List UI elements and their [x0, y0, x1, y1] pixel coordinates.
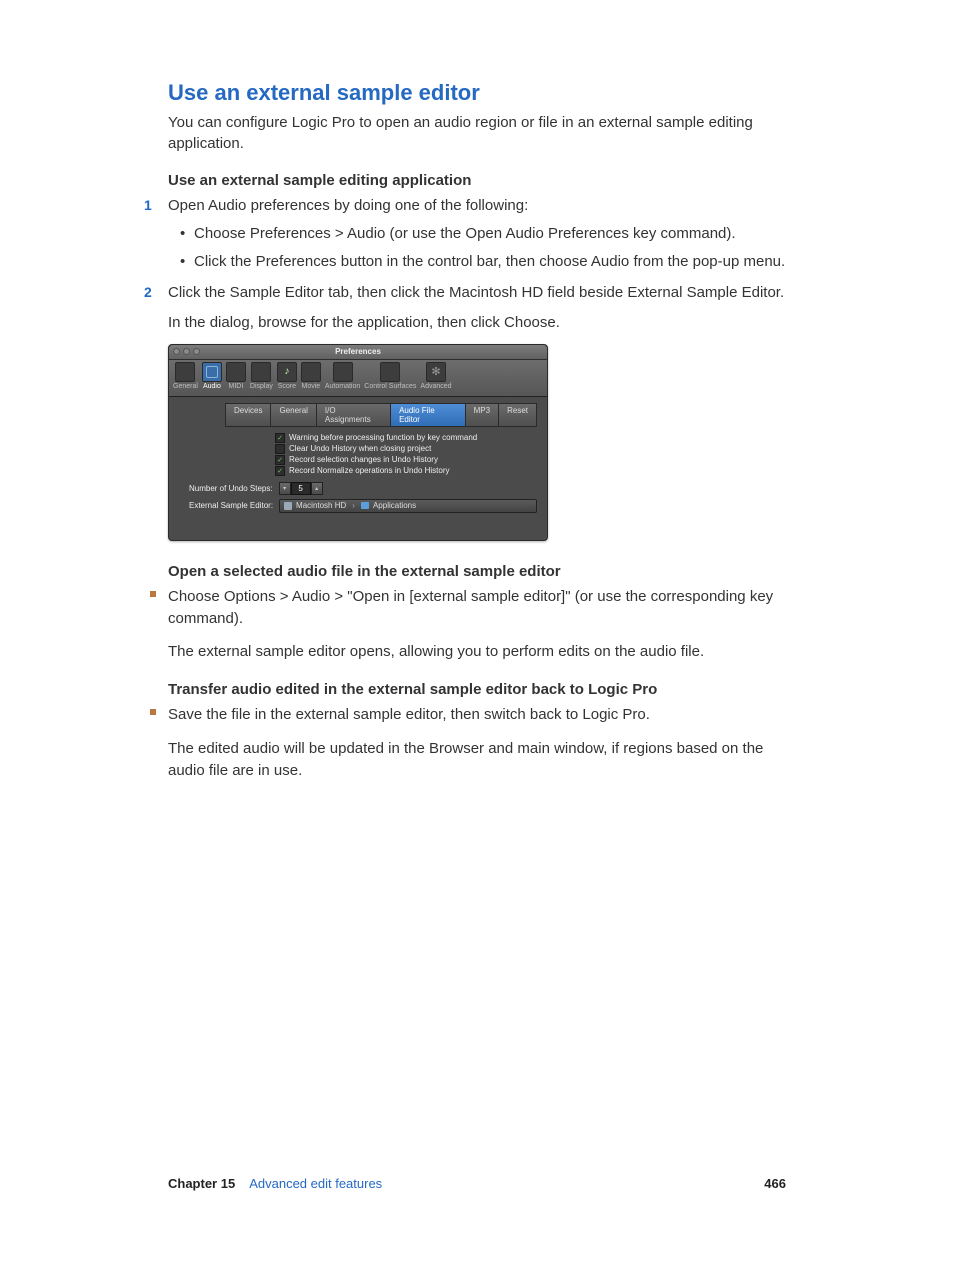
open-file-item-text: Choose Options > Audio > "Open in [exter…: [168, 588, 773, 627]
check-record-normalize-label: Record Normalize operations in Undo Hist…: [289, 466, 450, 475]
general-icon: [175, 362, 195, 382]
toolbar-control-surfaces-label: Control Surfaces: [364, 383, 416, 390]
subtab-mp3[interactable]: MP3: [465, 403, 498, 427]
subtab-reset[interactable]: Reset: [498, 403, 537, 427]
open-file-follow: The external sample editor opens, allowi…: [168, 641, 786, 663]
prefs-toolbar: General Audio MIDI Display Score Movie A…: [169, 360, 547, 397]
undo-steps-value: 5: [291, 482, 311, 495]
page-footer: Chapter 15 Advanced edit features 466: [168, 1176, 786, 1191]
zoom-icon[interactable]: [193, 348, 200, 355]
toolbar-automation[interactable]: Automation: [325, 362, 360, 390]
step-1: 1 Open Audio preferences by doing one of…: [168, 195, 786, 272]
toolbar-display-label: Display: [250, 383, 273, 390]
bullet-dot-icon: •: [180, 223, 185, 245]
toolbar-audio[interactable]: Audio: [202, 362, 222, 390]
step-1-bullet-1: • Choose Preferences > Audio (or use the …: [180, 223, 786, 245]
footer-chapter-name: Advanced edit features: [249, 1176, 382, 1191]
subtab-audio-file-editor[interactable]: Audio File Editor: [390, 403, 465, 427]
automation-icon: [333, 362, 353, 382]
step-2-followup: In the dialog, browse for the applicatio…: [168, 312, 786, 334]
chevron-right-icon: [350, 501, 357, 510]
step-1-bullet-1-text: Choose Preferences > Audio (or use the O…: [194, 225, 736, 242]
checkbox-icon: ✓: [275, 455, 285, 465]
toolbar-control-surfaces[interactable]: Control Surfaces: [364, 362, 416, 390]
gear-icon: [426, 362, 446, 382]
checkbox-icon: ✓: [275, 433, 285, 443]
toolbar-advanced[interactable]: Advanced: [420, 362, 451, 390]
step-2-text: Click the Sample Editor tab, then click …: [168, 284, 784, 301]
minimize-icon[interactable]: [183, 348, 190, 355]
step-1-bullet-2-text: Click the Preferences button in the cont…: [194, 253, 785, 270]
footer-page-number: 466: [764, 1176, 786, 1191]
undo-steps-row: Number of Undo Steps: ▾ 5 ▴: [189, 482, 537, 495]
path-segment-apps: Applications: [373, 501, 416, 510]
harddrive-icon: [284, 502, 292, 510]
toolbar-display[interactable]: Display: [250, 362, 273, 390]
transfer-item-text: Save the file in the external sample edi…: [168, 706, 650, 723]
toolbar-advanced-label: Advanced: [420, 383, 451, 390]
step-2: 2 Click the Sample Editor tab, then clic…: [168, 282, 786, 334]
control-surfaces-icon: [380, 362, 400, 382]
step-1-text: Open Audio preferences by doing one of t…: [168, 197, 528, 214]
traffic-lights[interactable]: [173, 348, 200, 355]
transfer-item: Save the file in the external sample edi…: [168, 704, 786, 726]
external-editor-label: External Sample Editor:: [189, 501, 273, 510]
intro-paragraph: You can configure Logic Pro to open an a…: [168, 112, 786, 154]
toolbar-general-label: General: [173, 383, 198, 390]
subheading-open-file: Open a selected audio file in the extern…: [168, 563, 786, 580]
check-record-selection[interactable]: ✓ Record selection changes in Undo Histor…: [275, 455, 537, 465]
external-editor-row: External Sample Editor: Macintosh HD App…: [189, 499, 537, 513]
window-title: Preferences: [335, 347, 381, 356]
step-number: 1: [144, 195, 152, 215]
toolbar-score[interactable]: Score: [277, 362, 297, 390]
transfer-follow: The edited audio will be updated in the …: [168, 738, 786, 782]
checkbox-icon: [275, 444, 285, 454]
folder-icon: [361, 502, 369, 509]
subtab-io[interactable]: I/O Assignments: [316, 403, 390, 427]
display-icon: [251, 362, 271, 382]
step-1-bullet-2: • Click the Preferences button in the con…: [180, 251, 786, 273]
check-record-normalize[interactable]: ✓ Record Normalize operations in Undo His…: [275, 466, 537, 476]
subheading-transfer: Transfer audio edited in the external sa…: [168, 681, 786, 698]
midi-icon: [226, 362, 246, 382]
movie-icon: [301, 362, 321, 382]
preferences-window: Preferences General Audio MIDI Display S…: [168, 344, 548, 541]
subtab-general[interactable]: General: [270, 403, 315, 427]
check-clear-undo-label: Clear Undo History when closing project: [289, 444, 431, 453]
toolbar-movie[interactable]: Movie: [301, 362, 321, 390]
window-titlebar: Preferences: [169, 345, 547, 360]
square-bullet-icon: [150, 591, 156, 597]
stepper-up-icon[interactable]: ▴: [311, 482, 323, 495]
check-warning[interactable]: ✓ Warning before processing function by k…: [275, 433, 537, 443]
subheading-use-app: Use an external sample editing applicati…: [168, 172, 786, 189]
toolbar-automation-label: Automation: [325, 383, 360, 390]
check-warning-label: Warning before processing function by ke…: [289, 433, 477, 442]
check-clear-undo[interactable]: Clear Undo History when closing project: [275, 444, 537, 454]
toolbar-movie-label: Movie: [302, 383, 321, 390]
toolbar-midi[interactable]: MIDI: [226, 362, 246, 390]
toolbar-score-label: Score: [278, 383, 296, 390]
footer-chapter: Chapter 15: [168, 1176, 235, 1191]
bullet-dot-icon: •: [180, 251, 185, 273]
check-record-selection-label: Record selection changes in Undo History: [289, 455, 438, 464]
checkbox-group: ✓ Warning before processing function by k…: [275, 433, 537, 476]
open-file-item: Choose Options > Audio > "Open in [exter…: [168, 586, 786, 630]
stepper-down-icon[interactable]: ▾: [279, 482, 291, 495]
toolbar-general[interactable]: General: [173, 362, 198, 390]
prefs-subtabs: Devices General I/O Assignments Audio Fi…: [225, 403, 537, 427]
step-number: 2: [144, 282, 152, 302]
path-segment-hd: Macintosh HD: [296, 501, 346, 510]
close-icon[interactable]: [173, 348, 180, 355]
undo-steps-label: Number of Undo Steps:: [189, 484, 273, 493]
external-editor-path[interactable]: Macintosh HD Applications: [279, 499, 537, 513]
audio-icon: [202, 362, 222, 382]
toolbar-audio-label: Audio: [203, 383, 221, 390]
checkbox-icon: ✓: [275, 466, 285, 476]
subtab-devices[interactable]: Devices: [225, 403, 270, 427]
section-heading: Use an external sample editor: [168, 80, 786, 106]
score-icon: [277, 362, 297, 382]
undo-steps-stepper[interactable]: ▾ 5 ▴: [279, 482, 323, 495]
toolbar-midi-label: MIDI: [229, 383, 244, 390]
square-bullet-icon: [150, 709, 156, 715]
